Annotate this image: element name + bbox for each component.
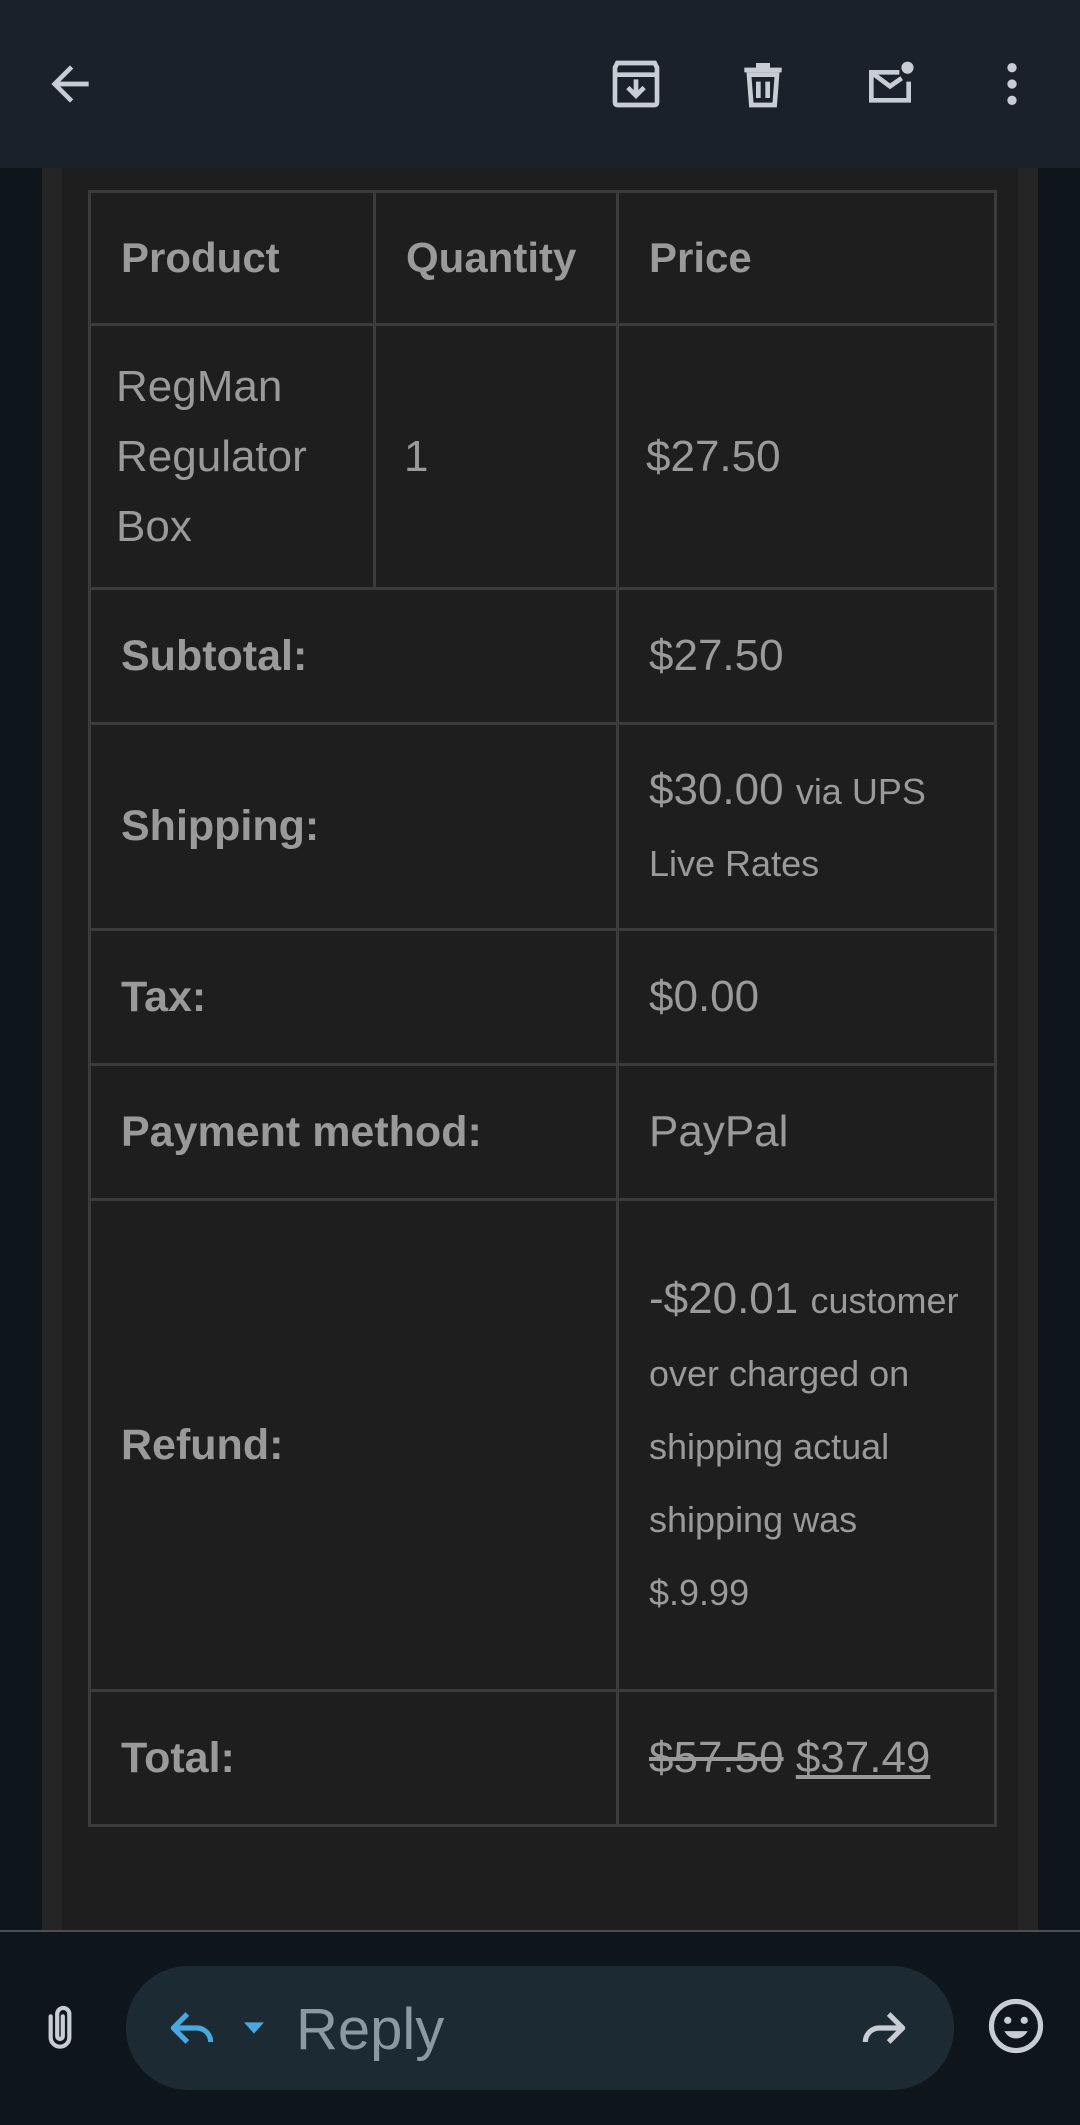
refund-cell: -$20.01 customer over charged on shippin… — [616, 1198, 997, 1692]
refund-label: Refund: — [88, 1198, 619, 1692]
paperclip-icon[interactable] — [28, 1992, 92, 2064]
header-quantity: Quantity — [373, 190, 619, 326]
table-row-subtotal: Subtotal: $27.50 — [88, 587, 997, 725]
reply-icon[interactable] — [160, 1996, 224, 2060]
table-row-tax: Tax: $0.00 — [88, 928, 997, 1066]
refund-value: -$20.01 — [649, 1273, 799, 1323]
reply-label[interactable]: Reply — [296, 1996, 444, 2063]
table-row-payment: Payment method: PayPal — [88, 1063, 997, 1201]
shipping-value: $30.00 — [649, 764, 784, 814]
order-summary-table: Product Quantity Price RegMan Regulator … — [88, 190, 997, 1827]
item-product: RegMan Regulator Box — [88, 323, 376, 590]
total-label: Total: — [88, 1689, 619, 1827]
tax-value: $0.00 — [616, 928, 997, 1066]
total-old-value: $57.50 — [649, 1733, 784, 1782]
shipping-label: Shipping: — [88, 722, 619, 931]
payment-label: Payment method: — [88, 1063, 619, 1201]
header-price: Price — [616, 190, 997, 326]
reply-bar: Reply — [0, 1930, 1080, 2125]
reply-field[interactable]: Reply — [126, 1966, 954, 2090]
table-row-refund: Refund: -$20.01 customer over charged on… — [88, 1198, 997, 1692]
archive-icon[interactable] — [596, 44, 676, 124]
forward-icon[interactable] — [852, 1996, 916, 2060]
subtotal-label: Subtotal: — [88, 587, 619, 725]
chevron-down-icon[interactable] — [234, 2006, 274, 2050]
item-price: $27.50 — [616, 323, 997, 590]
table-header-row: Product Quantity Price — [88, 190, 997, 326]
refund-note: customer over charged on shipping actual… — [649, 1279, 959, 1613]
trash-icon[interactable] — [723, 44, 803, 124]
tax-label: Tax: — [88, 928, 619, 1066]
subtotal-value: $27.50 — [616, 587, 997, 725]
table-row-item: RegMan Regulator Box 1 $27.50 — [88, 323, 997, 590]
table-row-shipping: Shipping: $30.00 via UPS Live Rates — [88, 722, 997, 931]
shipping-cell: $30.00 via UPS Live Rates — [616, 722, 997, 931]
total-new-value: $37.49 — [795, 1733, 931, 1782]
arrow-left-icon[interactable] — [30, 44, 110, 124]
more-vert-icon[interactable] — [972, 44, 1052, 124]
item-quantity: 1 — [373, 323, 619, 590]
payment-value: PayPal — [616, 1063, 997, 1201]
top-toolbar — [0, 0, 1080, 168]
header-product: Product — [88, 190, 376, 326]
table-row-total: Total: $57.50 $37.49 — [88, 1689, 997, 1827]
mail-unread-icon[interactable] — [850, 44, 930, 124]
emoji-icon[interactable] — [980, 1990, 1052, 2062]
total-cell: $57.50 $37.49 — [616, 1689, 997, 1827]
